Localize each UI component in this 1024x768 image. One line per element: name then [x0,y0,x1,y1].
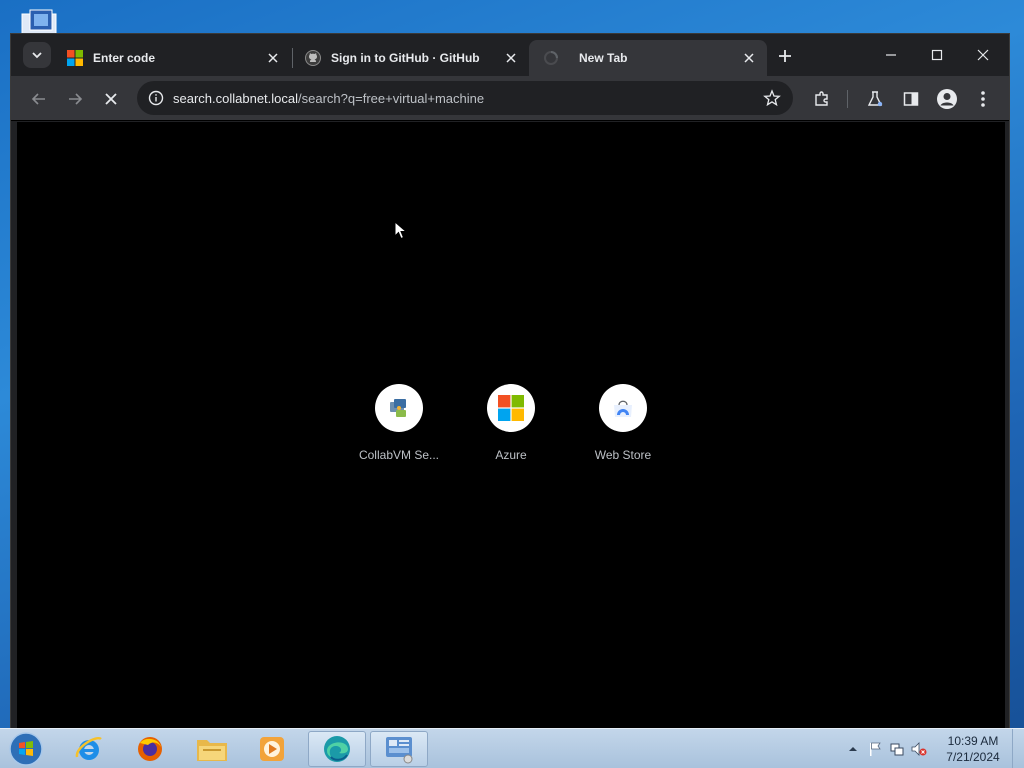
menu-button[interactable] [969,85,997,113]
close-window-button[interactable] [965,42,1001,68]
avatar-icon [937,89,957,109]
tab-strip: Enter code Sign in to GitHub · GitHub Ne… [11,34,1009,76]
tab-new-tab[interactable]: New Tab [529,40,767,76]
labs-button[interactable] [861,85,889,113]
collabvm-icon [375,384,423,432]
close-tab-icon[interactable] [741,50,757,66]
shortcut-label: Azure [495,448,527,462]
url-path: /search?q=free+virtual+machine [298,90,485,106]
tab-search-button[interactable] [23,42,51,68]
file-explorer-icon [197,740,227,761]
taskbar-file-explorer[interactable] [183,731,241,767]
tab-title: Enter code [93,51,156,65]
internet-explorer-icon [75,736,102,760]
network-icon[interactable] [888,740,906,758]
media-player-icon [260,737,284,761]
flask-icon [867,91,883,107]
loading-spinner-icon [543,50,559,66]
more-vert-icon [981,91,985,107]
start-button[interactable] [6,730,46,768]
minimize-button[interactable] [873,42,909,68]
profile-button[interactable] [933,85,961,113]
shortcut-web-store[interactable]: Web Store [567,384,679,462]
back-button[interactable] [25,85,53,113]
system-clock[interactable]: 10:39 AM 7/21/2024 [940,733,1006,765]
new-tab-page: CollabVM Se... Azure Web Store [17,122,1005,732]
shortcut-label: CollabVM Se... [358,448,440,462]
clock-date: 7/21/2024 [946,750,1000,764]
puzzle-icon [815,91,828,106]
close-tab-icon[interactable] [265,50,281,66]
system-tray [842,729,930,768]
clock-time: 10:39 AM [947,734,999,748]
close-tab-icon[interactable] [503,50,519,66]
browser-window: Enter code Sign in to GitHub · GitHub Ne… [10,33,1010,733]
arrow-right-icon [69,93,83,105]
site-info-icon[interactable] [139,81,173,115]
tab-enter-code[interactable]: Enter code [53,40,291,76]
bookmark-star-icon[interactable] [755,81,789,115]
maximize-icon [931,49,943,61]
taskbar-media-player[interactable] [243,731,301,767]
shortcut-collabvm[interactable]: CollabVM Se... [343,384,455,462]
close-icon [977,49,989,61]
action-center-flag-icon[interactable] [866,740,884,758]
tab-title: Sign in to GitHub · GitHub [331,51,480,65]
maximize-button[interactable] [919,42,955,68]
show-hidden-icons-icon[interactable] [844,740,862,758]
extensions-button[interactable] [808,85,836,113]
show-desktop-button[interactable] [1012,729,1024,768]
toolbar-divider [847,90,848,108]
url-host: search.collabnet.local [173,90,299,106]
close-icon [105,93,117,105]
arrow-left-icon [31,93,45,105]
microsoft-logo-icon [67,50,83,66]
shortcut-azure[interactable]: Azure [455,384,567,462]
firefox-icon [138,737,162,761]
taskbar: 10:39 AM 7/21/2024 [0,728,1024,768]
taskbar-edge[interactable] [308,731,366,767]
forward-button[interactable] [61,85,89,113]
mouse-cursor-icon [394,220,408,246]
control-panel-icon [386,737,413,764]
browser-toolbar: search.collabnet.local/search?q=free+vir… [11,76,1009,121]
side-panel-icon [903,92,919,106]
tab-title: New Tab [579,51,628,65]
taskbar-firefox[interactable] [121,731,179,767]
edge-icon [324,736,350,762]
url-text: search.collabnet.local/search?q=free+vir… [173,91,755,106]
github-icon [305,50,321,66]
shortcut-label: Web Store [594,448,652,462]
microsoft-logo-icon [487,384,535,432]
side-panel-button[interactable] [897,85,925,113]
taskbar-internet-explorer[interactable] [60,731,118,767]
windows-start-icon [9,732,43,766]
web-store-icon [599,384,647,432]
plus-icon [779,50,791,62]
tab-github-sign-in[interactable]: Sign in to GitHub · GitHub [291,40,529,76]
stop-loading-button[interactable] [97,85,125,113]
minimize-icon [886,54,896,56]
address-bar[interactable]: search.collabnet.local/search?q=free+vir… [137,81,793,115]
chevron-down-icon [32,52,42,59]
new-tab-button[interactable] [775,46,795,66]
taskbar-control-panel[interactable] [370,731,428,767]
volume-muted-icon[interactable] [910,740,928,758]
